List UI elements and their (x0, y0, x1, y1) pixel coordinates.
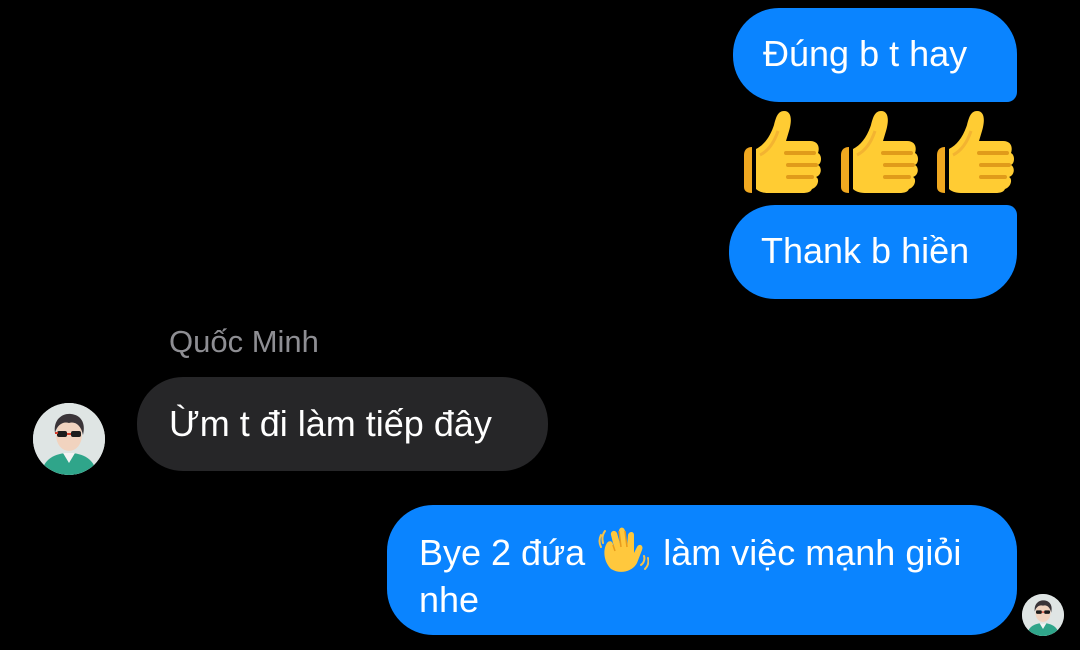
message-text: Thank b hiền (761, 230, 970, 271)
avatar-photo (33, 403, 105, 475)
thumbs-up-icon (840, 111, 918, 193)
message-bubble-outgoing[interactable]: Bye 2 đứa làm việc mạnh giỏi nhe (387, 505, 1017, 635)
message-text: Đúng b t hay (763, 33, 968, 74)
sender-name: Quốc Minh (169, 324, 319, 359)
message-bubble-outgoing[interactable]: Đúng b t hay (733, 8, 1017, 102)
avatar[interactable] (33, 403, 105, 475)
message-text: Bye 2 đứa (419, 532, 586, 573)
waving-hand-icon (597, 525, 650, 575)
thumbs-up-icon (744, 111, 821, 193)
thumbs-up-icon (937, 111, 1014, 193)
read-receipt-avatar (1022, 594, 1064, 636)
message-bubble-outgoing[interactable]: Thank b hiền (729, 205, 1017, 299)
message-bubble-incoming[interactable]: Ừm t đi làm tiếp đây (137, 377, 548, 471)
message-text: Ừm t đi làm tiếp đây (169, 403, 492, 444)
emoji-message[interactable] (734, 105, 1019, 201)
avatar-photo (1022, 594, 1064, 636)
